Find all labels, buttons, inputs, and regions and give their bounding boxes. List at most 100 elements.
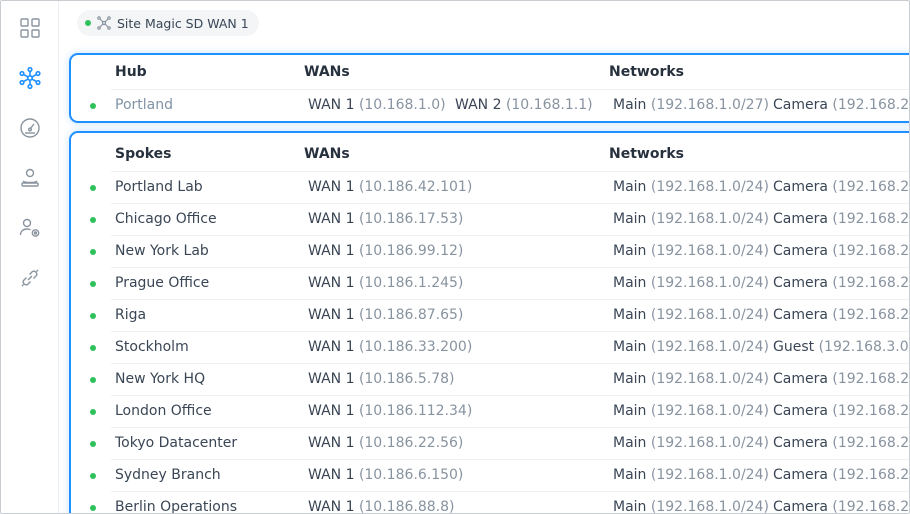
spoke-site-name[interactable]: Riga bbox=[115, 299, 146, 331]
network-label: Main bbox=[613, 403, 647, 419]
spoke-row[interactable]: New York HQ WAN 1 (10.186.5.78) Main (192.… bbox=[71, 363, 909, 395]
wan-ip: (10.168.1.1) bbox=[505, 97, 593, 113]
hub-wan-2: WAN 2 (10.168.1.1) bbox=[455, 89, 593, 121]
network-label: Camera bbox=[773, 275, 828, 291]
spoke-row[interactable]: New York Lab WAN 1 (10.186.99.12) Main (19… bbox=[71, 235, 909, 267]
network-subnet: (192.168.2.0 bbox=[832, 179, 910, 195]
network-subnet: (192.168.2.0 bbox=[832, 499, 910, 514]
network-label: Main bbox=[613, 275, 647, 291]
sd-wan-icon bbox=[97, 16, 111, 30]
network-subnet: (192.168.1.0/24) bbox=[650, 371, 769, 387]
spoke-site-name[interactable]: Stockholm bbox=[115, 331, 189, 363]
network-subnet: (192.168.1.0/24) bbox=[650, 499, 769, 514]
network-label: Main bbox=[613, 179, 647, 195]
hub-network-main: Main (192.168.1.0/27) bbox=[613, 89, 769, 121]
spoke-site-name[interactable]: Chicago Office bbox=[115, 203, 217, 235]
user-settings-icon[interactable] bbox=[15, 213, 45, 243]
spoke-row[interactable]: Chicago Office WAN 1 (10.186.17.53) Main (… bbox=[71, 203, 909, 235]
client-device-icon[interactable] bbox=[15, 163, 45, 193]
network-subnet: (192.168.2.0 bbox=[832, 435, 910, 451]
spoke-wan: WAN 1 (10.186.87.65) bbox=[308, 299, 463, 331]
network-label: Main bbox=[613, 97, 647, 113]
spoke-site-name[interactable]: Tokyo Datacenter bbox=[115, 427, 237, 459]
wan-ip: (10.186.5.78) bbox=[358, 371, 455, 387]
hub-panel: Hub WANs Networks Portland WAN 1 (10.168… bbox=[69, 53, 909, 123]
spoke-row[interactable]: London Office WAN 1 (10.186.112.34) Main (… bbox=[71, 395, 909, 427]
spoke-network-secondary: Camera (192.168.2.0 bbox=[773, 299, 909, 331]
wan-ip: (10.186.22.56) bbox=[358, 435, 464, 451]
network-label: Camera bbox=[773, 243, 828, 259]
spokes-panel: Spokes WANs Networks Portland Lab WAN 1 (… bbox=[69, 131, 910, 514]
network-subnet: (192.168.3.0/ bbox=[818, 339, 910, 355]
network-label: Main bbox=[613, 467, 647, 483]
status-online-dot bbox=[90, 377, 96, 383]
spoke-site-name[interactable]: Berlin Operations bbox=[115, 491, 237, 513]
spoke-network-secondary: Camera (192.168.2.0 bbox=[773, 267, 910, 299]
wans-header: WANs bbox=[304, 146, 350, 162]
wan-label: WAN 1 bbox=[308, 371, 355, 387]
status-online-dot bbox=[90, 313, 96, 319]
hub-site-name[interactable]: Portland bbox=[115, 89, 173, 121]
spoke-network-secondary: Camera (192.168.2.0 bbox=[773, 459, 910, 491]
spoke-network-secondary: Camera (192.168.2.0 bbox=[773, 491, 910, 514]
spoke-site-name[interactable]: Prague Office bbox=[115, 267, 209, 299]
status-online-dot bbox=[85, 20, 91, 26]
network-label: Main bbox=[613, 307, 647, 323]
network-label: Camera bbox=[773, 435, 828, 451]
spoke-network-main: Main (192.168.1.0/24) bbox=[613, 171, 769, 203]
spoke-site-name[interactable]: Sydney Branch bbox=[115, 459, 221, 491]
wan-label: WAN 1 bbox=[308, 307, 355, 323]
hub-network-camera: Camera (192.168.2.0 bbox=[773, 89, 909, 121]
spoke-wan: WAN 1 (10.186.42.101) bbox=[308, 171, 472, 203]
spoke-network-secondary: Camera (192.168.2.0 bbox=[773, 235, 909, 267]
link-icon[interactable] bbox=[15, 263, 45, 293]
wan-label: WAN 1 bbox=[308, 243, 355, 259]
network-label: Camera bbox=[773, 467, 828, 483]
hub-wan-1: WAN 1 (10.168.1.0) bbox=[308, 89, 446, 121]
network-label: Camera bbox=[773, 211, 828, 227]
spoke-wan: WAN 1 (10.186.112.34) bbox=[308, 395, 472, 427]
breadcrumb[interactable]: Site Magic SD WAN 1 bbox=[77, 10, 259, 36]
spoke-network-secondary: Camera (192.168.2.0 bbox=[773, 427, 910, 459]
network-label: Camera bbox=[773, 499, 828, 514]
spoke-network-main: Main (192.168.1.0/24) bbox=[613, 427, 769, 459]
spoke-row[interactable]: Tokyo Datacenter WAN 1 (10.186.22.56) Main… bbox=[71, 427, 910, 459]
spoke-row[interactable]: Prague Office WAN 1 (10.186.1.245) Main (1… bbox=[71, 267, 910, 299]
dashboard-grid-icon[interactable] bbox=[15, 13, 45, 43]
wans-header: WANs bbox=[304, 64, 350, 80]
spoke-network-main: Main (192.168.1.0/24) bbox=[613, 235, 769, 267]
network-subnet: (192.168.2.0 bbox=[832, 467, 910, 483]
side-rail bbox=[1, 1, 59, 513]
spoke-network-main: Main (192.168.1.0/24) bbox=[613, 299, 769, 331]
spoke-row[interactable]: Riga WAN 1 (10.186.87.65) Main (192.168.1.… bbox=[71, 299, 909, 331]
spokes-header: Spokes bbox=[115, 146, 172, 162]
spoke-network-secondary: Camera (192.168.2.0 bbox=[773, 203, 909, 235]
spoke-wan: WAN 1 (10.186.99.12) bbox=[308, 235, 463, 267]
topology-icon[interactable] bbox=[15, 63, 45, 93]
spoke-site-name[interactable]: New York HQ bbox=[115, 363, 205, 395]
wan-label: WAN 1 bbox=[308, 467, 355, 483]
wan-label: WAN 2 bbox=[455, 97, 502, 113]
spoke-site-name[interactable]: Portland Lab bbox=[115, 171, 203, 203]
network-subnet: (192.168.2.0 bbox=[832, 275, 910, 291]
spoke-site-name[interactable]: New York Lab bbox=[115, 235, 209, 267]
status-online-dot bbox=[90, 441, 96, 447]
spoke-row[interactable]: Stockholm WAN 1 (10.186.33.200) Main (192.… bbox=[71, 331, 910, 363]
network-subnet: (192.168.1.0/24) bbox=[650, 307, 769, 323]
spoke-wan: WAN 1 (10.186.5.78) bbox=[308, 363, 454, 395]
gauge-icon[interactable] bbox=[15, 113, 45, 143]
spoke-row[interactable]: Portland Lab WAN 1 (10.186.42.101) Main (1… bbox=[71, 171, 910, 203]
spoke-row[interactable]: Berlin Operations WAN 1 (10.186.88.8) Main… bbox=[71, 491, 910, 514]
wan-ip: (10.186.87.65) bbox=[358, 307, 464, 323]
spoke-network-secondary: Guest (192.168.3.0/ bbox=[773, 331, 910, 363]
status-online-dot bbox=[90, 505, 96, 511]
network-label: Camera bbox=[773, 403, 828, 419]
spoke-site-name[interactable]: London Office bbox=[115, 395, 212, 427]
wan-ip: (10.186.17.53) bbox=[358, 211, 464, 227]
wan-ip: (10.186.33.200) bbox=[358, 339, 473, 355]
wan-label: WAN 1 bbox=[308, 275, 355, 291]
spoke-wan: WAN 1 (10.186.33.200) bbox=[308, 331, 472, 363]
wan-ip: (10.186.88.8) bbox=[358, 499, 455, 514]
hub-row[interactable]: Portland WAN 1 (10.168.1.0) WAN 2 (10.16… bbox=[71, 89, 909, 121]
spoke-row[interactable]: Sydney Branch WAN 1 (10.186.6.150) Main (1… bbox=[71, 459, 910, 491]
